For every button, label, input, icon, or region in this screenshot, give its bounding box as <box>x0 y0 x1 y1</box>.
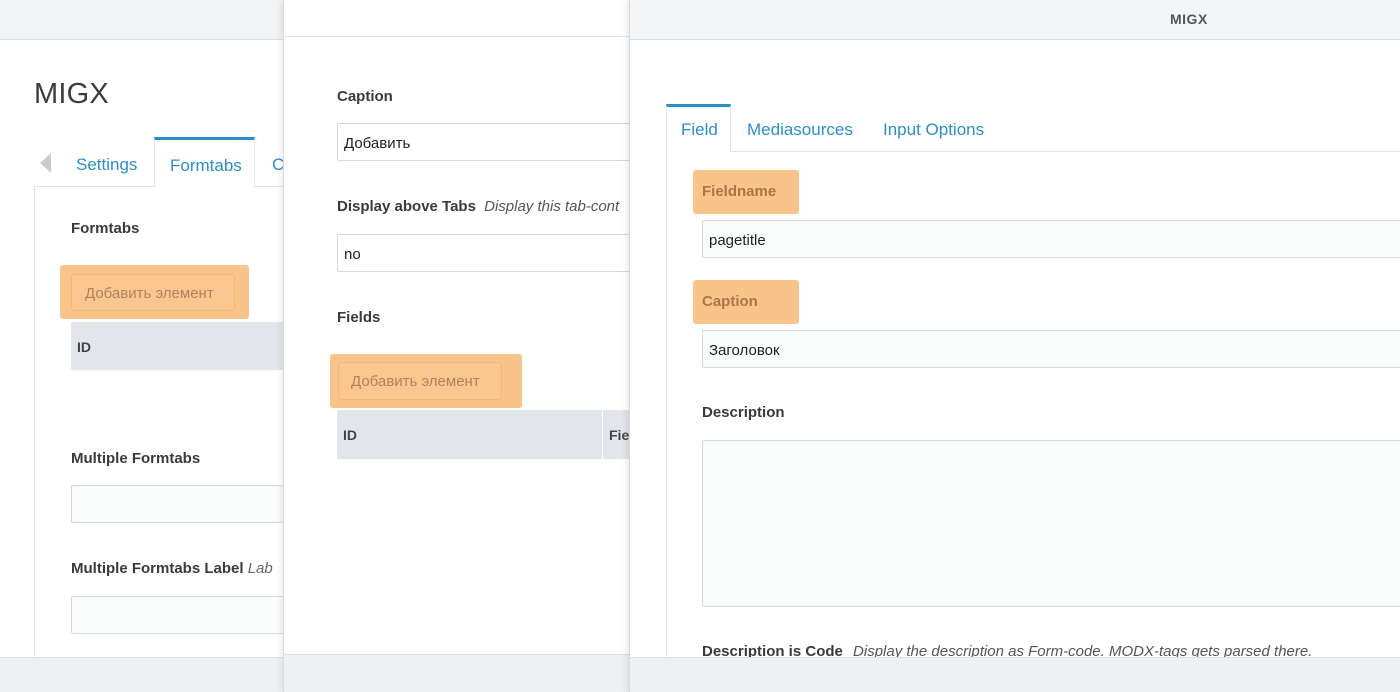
tab-content-border <box>666 151 667 657</box>
formtab-editor-window: Caption Добавить Display above Tabs Disp… <box>283 0 697 692</box>
caption-input[interactable]: Заголовок <box>702 330 1400 368</box>
grid-column-separator <box>602 410 603 459</box>
description-textarea[interactable] <box>702 440 1400 607</box>
multiple-formtabs-label-hint: Lab <box>247 560 273 577</box>
tab-field[interactable]: Field <box>666 104 731 152</box>
fieldname-input[interactable]: pagetitle <box>702 220 1400 258</box>
fieldname-label: Fieldname <box>693 170 799 214</box>
formtabs-label: Formtabs <box>71 220 140 237</box>
description-label: Description <box>702 404 785 421</box>
bottom-bar <box>284 654 684 692</box>
add-field-button[interactable]: Добавить элемент <box>338 362 502 400</box>
grid-column-id[interactable]: ID <box>343 427 357 443</box>
window-title: MIGX <box>1170 11 1208 27</box>
display-above-tabs-label: Display above Tabs Display this tab-cont <box>337 198 619 215</box>
field-editor-window: MIGX Field Mediasources Input Options Fi… <box>629 0 1400 692</box>
tab-formtabs[interactable]: Formtabs <box>154 137 255 187</box>
tab-input-options[interactable]: Input Options <box>883 104 984 152</box>
bottom-bar <box>630 657 1400 692</box>
add-formtab-button[interactable]: Добавить элемент <box>71 274 235 311</box>
window-header: MIGX <box>630 0 1400 40</box>
display-above-tabs-hint: Display this tab-cont <box>484 198 620 215</box>
caption-label: Caption <box>337 88 393 105</box>
display-above-tabs-text: Display above Tabs <box>337 198 476 215</box>
formtab-window-header <box>284 0 684 37</box>
grid-column-id[interactable]: ID <box>77 339 91 355</box>
fields-label: Fields <box>337 309 381 326</box>
caption-label: Caption <box>693 280 799 324</box>
tabs-scroll-left-icon[interactable] <box>40 153 51 173</box>
multiple-formtabs-label-text: Multiple Formtabs Label <box>71 560 244 577</box>
page-title: MIGX <box>34 78 109 110</box>
multiple-formtabs-label-field: Multiple Formtabs Label Lab <box>71 560 273 577</box>
tab-mediasources[interactable]: Mediasources <box>747 104 853 152</box>
multiple-formtabs-label: Multiple Formtabs <box>71 450 201 467</box>
grid-column-field[interactable]: Fie <box>609 427 629 443</box>
tab-settings[interactable]: Settings <box>76 137 137 187</box>
